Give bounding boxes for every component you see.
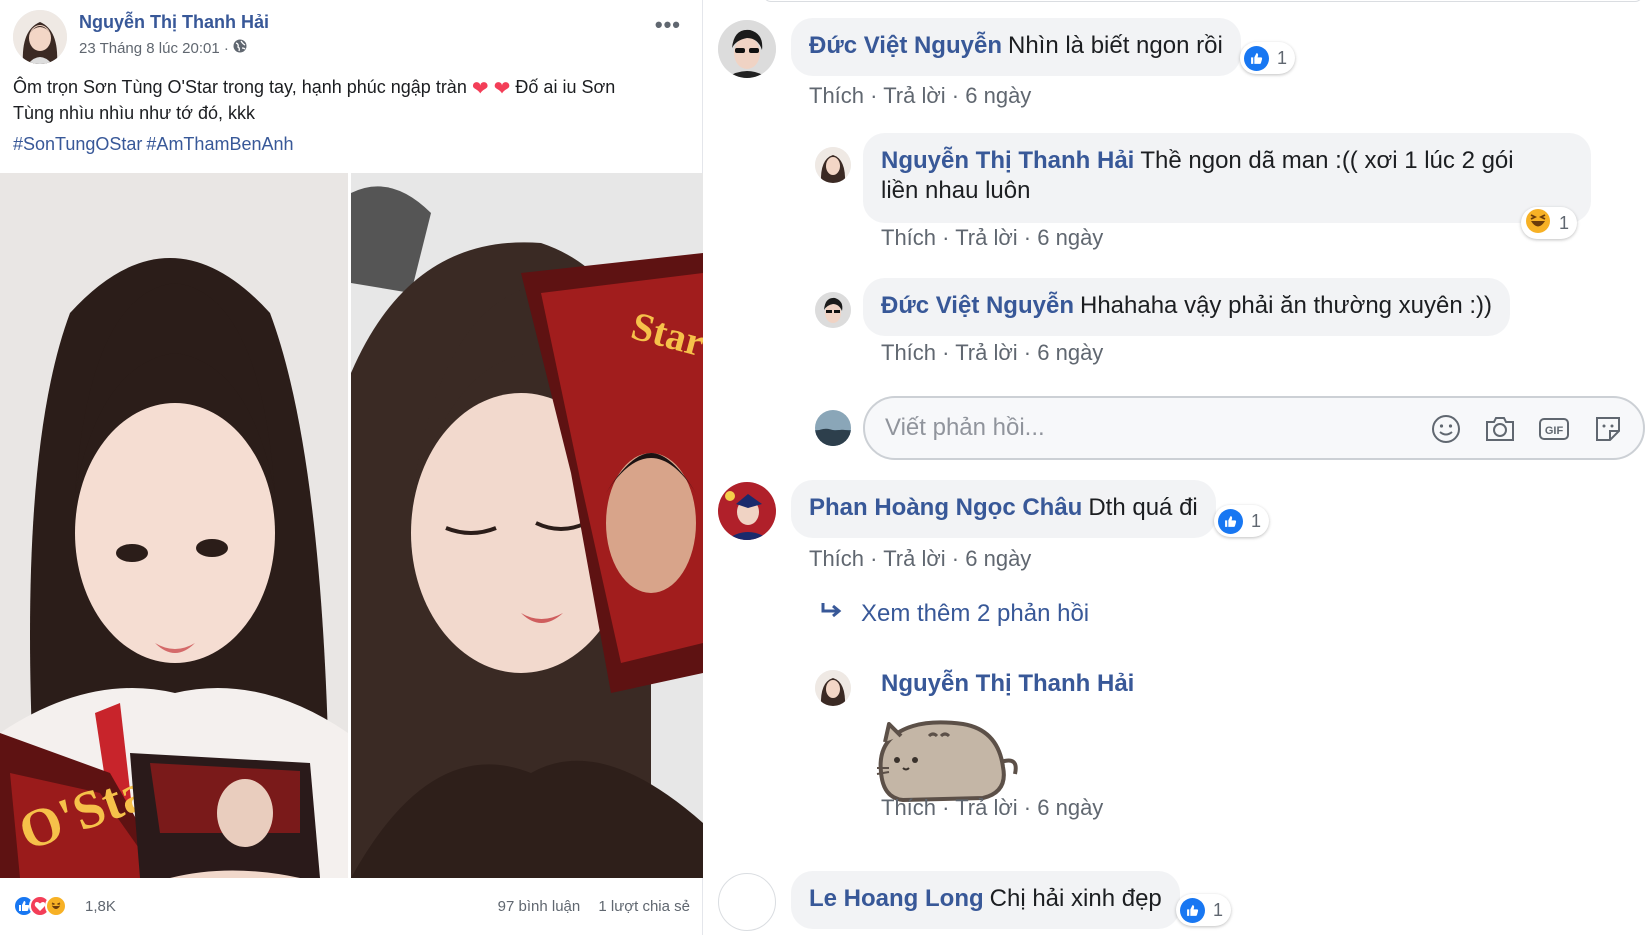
comment-time[interactable]: 6 ngày — [1037, 795, 1103, 820]
commenter-avatar[interactable] — [815, 292, 851, 328]
like-icon — [1180, 897, 1205, 923]
comments-panel: Đức Việt Nguyễn Nhìn là biết ngon rồi 1 T… — [703, 0, 1648, 935]
post-time[interactable]: 23 Tháng 8 lúc 20:01 · — [79, 40, 229, 57]
reaction-icons[interactable] — [13, 895, 67, 917]
comment-actions: Thích · Trả lời · 6 ngày — [809, 83, 1032, 108]
comment-reaction-badge[interactable]: 1 — [1214, 505, 1270, 537]
post-photo-1[interactable]: O'Star — [0, 173, 348, 878]
like-icon — [1244, 45, 1269, 71]
post-photo-2[interactable]: Star — [351, 173, 703, 878]
commenter-avatar[interactable] — [815, 670, 851, 706]
reply-link[interactable]: Trả lời — [955, 225, 1018, 250]
comment-bubble: Le Hoang Long Chị hải xinh đẹp — [791, 871, 1180, 929]
post-author-name[interactable]: Nguyễn Thị Thanh Hải — [79, 12, 269, 33]
post-text-line1b: Đố ai iu Sơn — [515, 77, 616, 97]
like-link[interactable]: Thích — [809, 83, 864, 108]
comment-bubble: Phan Hoàng Ngọc Châu Dth quá đi — [791, 480, 1216, 538]
comment-actions: Thích · Trả lời · 6 ngày — [881, 225, 1104, 250]
commenter-avatar[interactable] — [718, 482, 776, 540]
comment-text: Hhahaha vậy phải ăn thường xuyên :)) — [1079, 292, 1493, 319]
hashtag-link[interactable]: #AmThamBenAnh — [146, 134, 293, 154]
comment-reaction-badge[interactable]: 1 — [1521, 207, 1578, 239]
comment-reaction-badge[interactable]: 1 — [1240, 42, 1296, 74]
post-card: Nguyễn Thị Thanh Hải 23 Tháng 8 lúc 20:0… — [0, 0, 703, 935]
pusheen-sticker[interactable] — [863, 712, 1023, 808]
heart-icon: ❤ — [493, 78, 511, 100]
reply-link[interactable]: Trả lời — [955, 340, 1018, 365]
post-header: Nguyễn Thị Thanh Hải 23 Tháng 8 lúc 20:0… — [13, 10, 693, 65]
svg-text:GIF: GIF — [1545, 425, 1564, 437]
comment-time[interactable]: 6 ngày — [1037, 340, 1103, 365]
current-user-avatar — [815, 410, 851, 446]
like-link[interactable]: Thích — [881, 225, 936, 250]
comment-actions: Thích · Trả lời · 6 ngày — [881, 795, 1104, 820]
camera-icon[interactable] — [1483, 412, 1517, 446]
author-avatar[interactable] — [13, 10, 67, 64]
commenter-name[interactable]: Le Hoang Long — [809, 885, 984, 912]
comment-actions: Thích · Trả lời · 6 ngày — [809, 546, 1032, 571]
view-more-replies-label: Xem thêm 2 phản hồi — [861, 600, 1090, 627]
previous-comment-edge — [763, 0, 1643, 2]
reaction-bar: 1,8K 97 bình luận 1 lượt chia sẻ — [13, 893, 690, 923]
post-text-line2: Tùng nhìu nhìu như tớ đó, kkk — [13, 103, 255, 123]
post-text-line1: Ôm trọn Sơn Tùng O'Star trong tay, hạnh … — [13, 77, 467, 97]
comment-text: Nhìn là biết ngon rồi — [1007, 32, 1223, 59]
view-more-replies[interactable]: Xem thêm 2 phản hồi — [819, 600, 1089, 628]
reply-input[interactable] — [885, 410, 1405, 446]
commenter-name[interactable]: Đức Việt Nguyễn — [809, 32, 1002, 59]
heart-icon: ❤ — [471, 78, 489, 100]
comment-text: Thề ngon dã man :(( xơi 1 lúc 2 gói — [1140, 147, 1514, 174]
like-icon — [1218, 508, 1243, 534]
comment-text-line2: liền nhau luôn — [881, 177, 1031, 204]
comment-time[interactable]: 6 ngày — [965, 546, 1031, 571]
commenter-avatar[interactable] — [815, 147, 851, 183]
gif-icon[interactable]: GIF — [1537, 412, 1571, 446]
reaction-count: 1 — [1213, 899, 1224, 920]
comment-time[interactable]: 6 ngày — [1037, 225, 1103, 250]
comment-reaction-badge[interactable]: 1 — [1176, 894, 1232, 926]
reply-link[interactable]: Trả lời — [883, 83, 946, 108]
like-link[interactable]: Thích — [809, 546, 864, 571]
comments-count[interactable]: 97 bình luận — [498, 898, 581, 915]
commenter-avatar[interactable] — [718, 873, 776, 931]
globe-icon — [233, 39, 247, 57]
haha-reaction-icon — [45, 895, 67, 917]
reaction-count: 1 — [1559, 212, 1570, 233]
shares-count[interactable]: 1 lượt chia sẻ — [598, 898, 690, 915]
commenter-name[interactable]: Nguyễn Thị Thanh Hải — [881, 670, 1134, 698]
hashtags: #SonTungOStar #AmThamBenAnh — [13, 134, 298, 155]
like-link[interactable]: Thích — [881, 340, 936, 365]
reply-arrow-icon — [819, 600, 843, 628]
comment-bubble: Nguyễn Thị Thanh Hải Thề ngon dã man :(( … — [863, 133, 1591, 223]
more-options-icon[interactable]: ••• — [655, 12, 681, 38]
reaction-count: 1 — [1251, 510, 1262, 531]
post-photos: O'Star Star — [0, 173, 703, 878]
comment-bubble: Đức Việt Nguyễn Nhìn là biết ngon rồi — [791, 18, 1241, 76]
reply-input-icons: GIF — [1429, 412, 1625, 446]
comment-time[interactable]: 6 ngày — [965, 83, 1031, 108]
reply-link[interactable]: Trả lời — [883, 546, 946, 571]
post-text: Ôm trọn Sơn Tùng O'Star trong tay, hạnh … — [13, 74, 693, 126]
commenter-name[interactable]: Phan Hoàng Ngọc Châu — [809, 494, 1082, 521]
comment-bubble: Đức Việt Nguyễn Hhahaha vậy phải ăn thườn… — [863, 278, 1511, 336]
sticker-icon[interactable] — [1591, 412, 1625, 446]
emoji-icon[interactable] — [1429, 412, 1463, 446]
haha-icon — [1525, 208, 1551, 239]
comment-text: Chị hải xinh đẹp — [989, 885, 1162, 912]
comment-actions: Thích · Trả lời · 6 ngày — [881, 340, 1104, 365]
hashtag-link[interactable]: #SonTungOStar — [13, 134, 142, 154]
reply-link[interactable]: Trả lời — [955, 795, 1018, 820]
commenter-avatar[interactable] — [718, 20, 776, 78]
commenter-name[interactable]: Nguyễn Thị Thanh Hải — [881, 147, 1134, 174]
like-link[interactable]: Thích — [881, 795, 936, 820]
post-meta: 23 Tháng 8 lúc 20:01 · — [79, 39, 247, 57]
post-stats: 97 bình luận 1 lượt chia sẻ — [484, 898, 690, 915]
reply-input-box: GIF — [863, 396, 1645, 460]
comment-text: Dth quá đi — [1088, 494, 1198, 521]
commenter-name[interactable]: Đức Việt Nguyễn — [881, 292, 1074, 319]
reaction-count[interactable]: 1,8K — [85, 898, 116, 915]
reaction-count: 1 — [1277, 47, 1288, 68]
